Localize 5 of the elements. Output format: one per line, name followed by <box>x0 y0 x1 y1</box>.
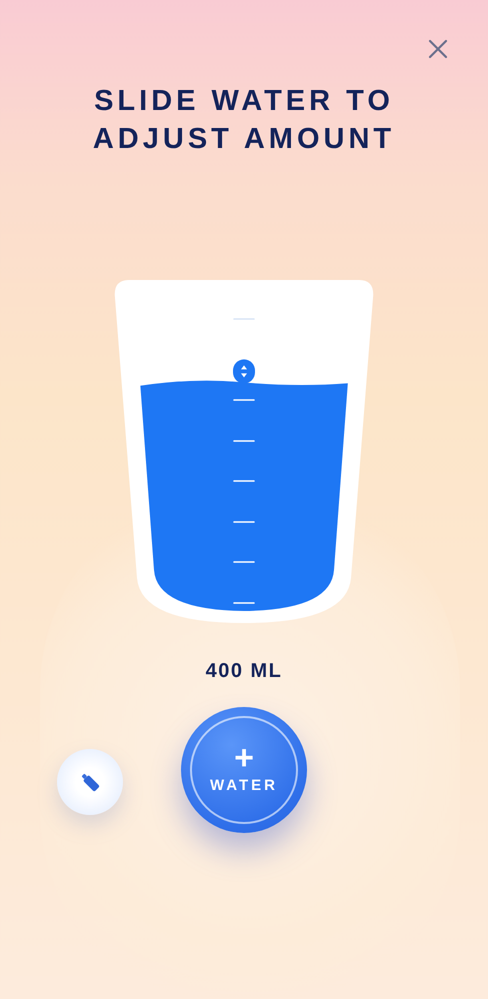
heading: SLIDE WATER TO ADJUST AMOUNT <box>92 84 396 157</box>
close-icon <box>428 39 448 59</box>
add-water-button[interactable]: + WATER <box>181 707 307 833</box>
plus-icon: + <box>234 742 254 773</box>
amount-label: 400 ML <box>206 659 282 684</box>
